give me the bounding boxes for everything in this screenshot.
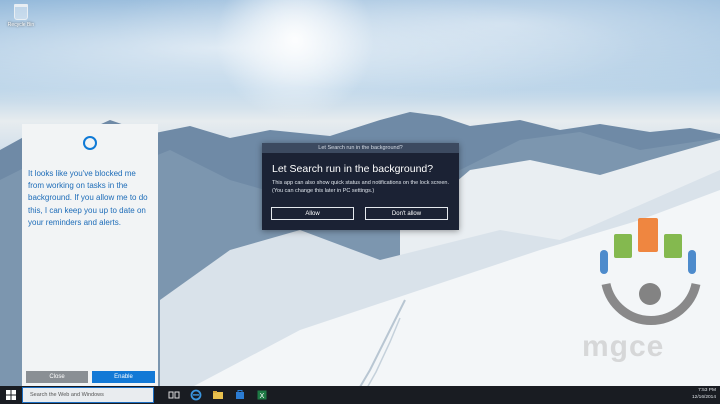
excel-icon[interactable]: X	[256, 389, 268, 401]
search-placeholder: Search the Web and Windows	[30, 392, 104, 398]
allow-button[interactable]: Allow	[271, 207, 354, 220]
dialog-body: This app can also show quick status and …	[272, 180, 450, 194]
taskbar: Search the Web and Windows X 7:53 PM 12/…	[0, 386, 720, 404]
store-icon[interactable]	[234, 389, 246, 401]
recycle-bin-label: Recycle Bin	[7, 22, 35, 28]
edge-icon[interactable]	[190, 389, 202, 401]
task-view-icon[interactable]	[168, 389, 180, 401]
watermark-brand: mgce	[582, 330, 665, 363]
enable-button[interactable]: Enable	[92, 371, 155, 383]
svg-text:X: X	[260, 393, 265, 400]
cortana-ring-icon	[83, 136, 97, 150]
close-button[interactable]: Close	[26, 371, 88, 383]
cortana-message: It looks like you've blocked me from wor…	[28, 169, 148, 227]
background-permission-dialog: Let Search run in the background? Let Se…	[262, 143, 459, 230]
start-button[interactable]	[0, 386, 22, 404]
windows-logo-icon	[6, 390, 16, 400]
dont-allow-button[interactable]: Don't allow	[365, 207, 448, 220]
clock-date: 12/16/2014	[691, 394, 716, 400]
recycle-bin-icon	[14, 4, 28, 20]
system-clock[interactable]: 7:53 PM 12/16/2014	[692, 388, 716, 401]
dialog-titlebar: Let Search run in the background?	[262, 143, 459, 153]
cortana-panel: It looks like you've blocked me from wor…	[22, 124, 158, 386]
desktop-icon-recycle-bin[interactable]: Recycle Bin	[6, 4, 36, 28]
file-explorer-icon[interactable]	[212, 389, 224, 401]
taskbar-search-box[interactable]: Search the Web and Windows	[22, 387, 154, 403]
dialog-heading: Let Search run in the background?	[272, 163, 434, 175]
